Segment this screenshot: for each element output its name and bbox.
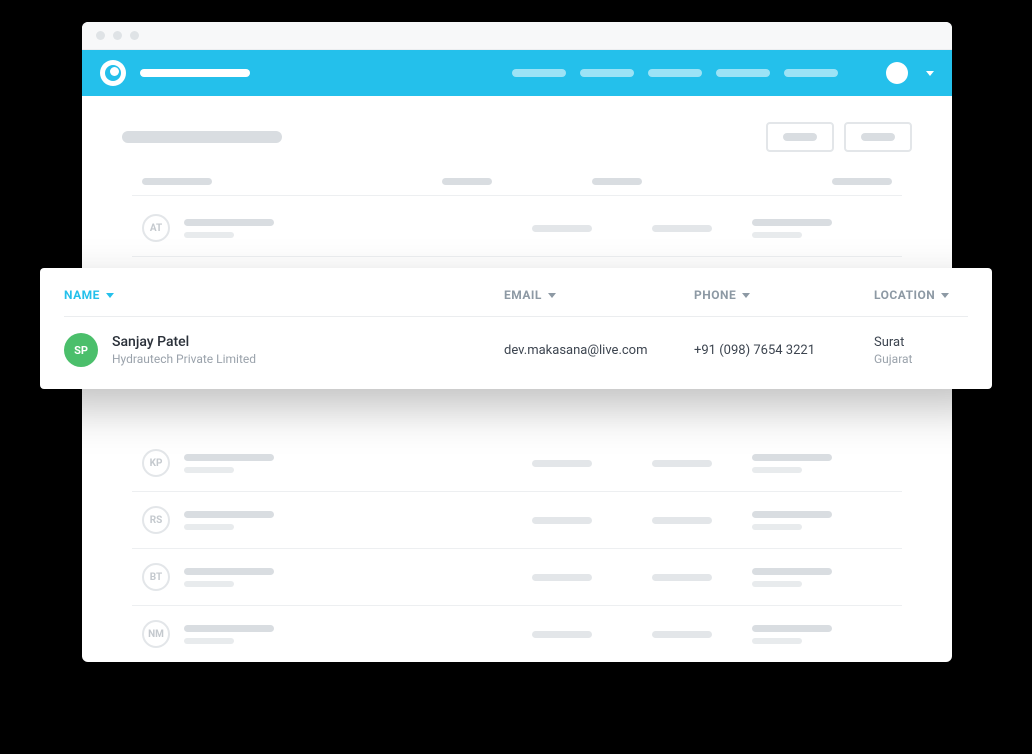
column-header-phone[interactable]: PHONE bbox=[694, 288, 874, 302]
bg-column-header bbox=[132, 178, 902, 196]
list-item[interactable]: BT bbox=[132, 549, 902, 606]
nav-item[interactable] bbox=[580, 69, 634, 77]
nav-brand-placeholder bbox=[140, 69, 250, 77]
app-logo-icon[interactable] bbox=[100, 60, 126, 86]
chevron-down-icon bbox=[742, 293, 750, 298]
avatar: RS bbox=[142, 506, 170, 534]
contact-city: Surat bbox=[874, 335, 968, 350]
chevron-down-icon bbox=[548, 293, 556, 298]
top-nav bbox=[82, 50, 952, 96]
column-header-email[interactable]: EMAIL bbox=[504, 288, 694, 302]
column-label: PHONE bbox=[694, 288, 736, 302]
list-item[interactable]: NM bbox=[132, 606, 902, 662]
header-button[interactable] bbox=[844, 122, 912, 152]
contact-phone: +91 (098) 7654 3221 bbox=[694, 343, 874, 358]
list-item[interactable]: KP bbox=[132, 435, 902, 492]
column-label: LOCATION bbox=[874, 288, 935, 302]
avatar: AT bbox=[142, 214, 170, 242]
column-header-name[interactable]: NAME bbox=[64, 288, 504, 302]
contact-company: Hydrautech Private Limited bbox=[112, 352, 256, 366]
nav-item[interactable] bbox=[512, 69, 566, 77]
contact-name: Sanjay Patel bbox=[112, 334, 256, 350]
avatar: NM bbox=[142, 620, 170, 648]
window-control-close[interactable] bbox=[96, 31, 105, 40]
avatar: KP bbox=[142, 449, 170, 477]
nav-item[interactable] bbox=[716, 69, 770, 77]
column-header-location[interactable]: LOCATION bbox=[874, 288, 968, 302]
table-header-row: NAME EMAIL PHONE LOCATION bbox=[64, 268, 968, 317]
window-chrome bbox=[82, 22, 952, 50]
nav-item[interactable] bbox=[648, 69, 702, 77]
table-row[interactable]: SP Sanjay Patel Hydrautech Private Limit… bbox=[64, 317, 968, 389]
list-item[interactable]: RS bbox=[132, 492, 902, 549]
column-label: EMAIL bbox=[504, 288, 542, 302]
nav-item[interactable] bbox=[784, 69, 838, 77]
header-button[interactable] bbox=[766, 122, 834, 152]
avatar: SP bbox=[64, 333, 98, 367]
chevron-down-icon bbox=[106, 293, 114, 298]
contact-email: dev.makasana@live.com bbox=[504, 343, 694, 358]
window-control-maximize[interactable] bbox=[130, 31, 139, 40]
avatar: BT bbox=[142, 563, 170, 591]
user-avatar[interactable] bbox=[886, 62, 908, 84]
column-label: NAME bbox=[64, 288, 100, 302]
page-title-placeholder bbox=[122, 131, 282, 143]
window-control-minimize[interactable] bbox=[113, 31, 122, 40]
page-header bbox=[122, 122, 912, 152]
list-item[interactable]: AT bbox=[132, 200, 902, 257]
contact-detail-card: NAME EMAIL PHONE LOCATION SP bbox=[40, 268, 992, 389]
chevron-down-icon[interactable] bbox=[926, 71, 934, 76]
contact-state: Gujarat bbox=[874, 352, 968, 366]
chevron-down-icon bbox=[941, 293, 949, 298]
